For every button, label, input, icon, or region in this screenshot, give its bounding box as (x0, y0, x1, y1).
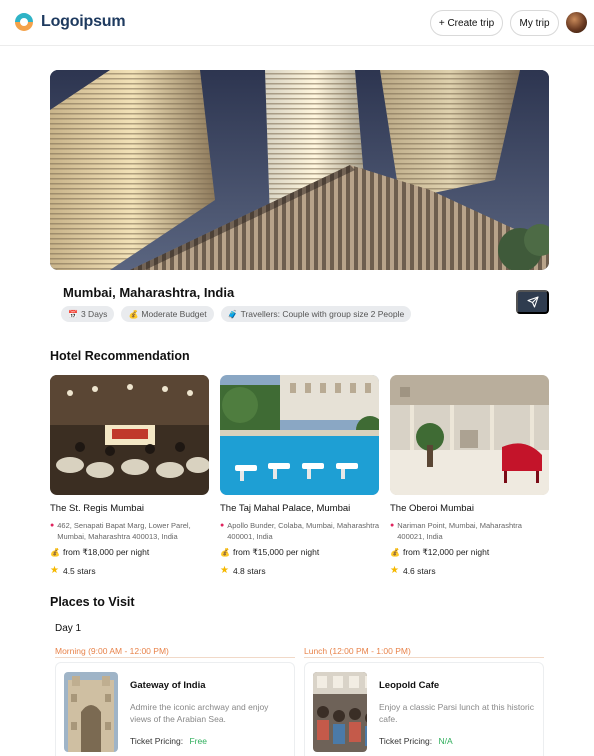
hotel-rating: ★ 4.5 stars (50, 565, 209, 576)
ticket-pricing-value: Free (189, 736, 207, 746)
star-icon: ★ (220, 565, 229, 576)
hotel-card[interactable]: The Taj Mahal Palace, Mumbai ● Apollo Bu… (220, 375, 379, 576)
place-description: Enjoy a classic Parsi lunch at this hist… (379, 702, 534, 724)
trip-info-chips: 📅 3 Days 💰 Moderate Budget 🧳 Travellers:… (61, 306, 412, 322)
destination-title: Mumbai, Maharashtra, India (63, 285, 235, 300)
hotel-rating-text: 4.6 stars (402, 565, 436, 576)
place-name: Leopold Cafe (379, 680, 440, 691)
top-navbar: Logoipsum + Create trip My trip (0, 0, 594, 46)
ticket-pricing-value: N/A (438, 736, 453, 746)
share-button[interactable] (516, 290, 549, 314)
hotel-address: ● Nariman Point, Mumbai, Maharashtra 400… (390, 520, 549, 542)
hotel-rating: ★ 4.6 stars (390, 565, 549, 576)
budget-chip: 💰 Moderate Budget (121, 306, 214, 322)
hotel-address-text: 462, Senapati Bapat Marg, Lower Parel, M… (57, 521, 191, 541)
star-icon: ★ (390, 565, 399, 576)
ticket-pricing-label: Ticket Pricing: (130, 736, 184, 746)
money-bag-icon: 💰 (50, 548, 60, 557)
hotel-name: The Oberoi Mumbai (390, 503, 474, 514)
time-slot-label: Morning (9:00 AM - 12:00 PM) (55, 646, 169, 656)
day-label: Day 1 (55, 623, 82, 634)
days-chip: 📅 3 Days (61, 306, 115, 322)
hotel-rating-text: 4.8 stars (232, 565, 266, 576)
hotel-price: 💰 from ₹12,000 per night (390, 547, 549, 558)
place-card[interactable]: Leopold Cafe Enjoy a classic Parsi lunch… (304, 662, 544, 756)
location-pin-icon: ● (220, 522, 225, 529)
travellers-icon: 🧳 (227, 309, 238, 319)
ticket-pricing-label: Ticket Pricing: (379, 736, 433, 746)
location-pin-icon: ● (390, 522, 395, 529)
place-image (313, 672, 367, 752)
hotel-section-title: Hotel Recommendation (50, 349, 190, 363)
hotel-price-text: from ₹15,000 per night (232, 547, 320, 557)
logo-text: Logoipsum (41, 13, 126, 30)
hotel-name: The Taj Mahal Palace, Mumbai (220, 503, 351, 514)
hotel-price-text: from ₹18,000 per night (62, 547, 150, 557)
hotel-image (220, 375, 379, 495)
money-bag-icon: 💰 (128, 309, 139, 319)
hotel-price-text: from ₹12,000 per night (402, 547, 490, 557)
travellers-chip: 🧳 Travellers: Couple with group size 2 P… (220, 306, 412, 322)
hotel-price: 💰 from ₹15,000 per night (220, 547, 379, 558)
logo-icon (15, 13, 33, 31)
logo[interactable]: Logoipsum (12, 10, 126, 34)
avatar[interactable] (566, 12, 587, 33)
budget-chip-label: Moderate Budget (141, 309, 207, 319)
hotel-address-text: Nariman Point, Mumbai, Maharashtra 40002… (397, 521, 522, 541)
places-section-title: Places to Visit (50, 595, 135, 609)
hotel-price: 💰 from ₹18,000 per night (50, 547, 209, 558)
days-chip-label: 3 Days (80, 309, 108, 319)
hotel-rating: ★ 4.8 stars (220, 565, 379, 576)
hotel-image (390, 375, 549, 495)
hotel-address: ● Apollo Bunder, Colaba, Mumbai, Maharas… (220, 520, 379, 542)
time-slot-label: Lunch (12:00 PM - 1:00 PM) (304, 646, 411, 656)
my-trip-button[interactable]: My trip (510, 10, 559, 36)
time-slot-divider (55, 657, 295, 658)
time-slot-divider (304, 657, 544, 658)
hotel-address: ● 462, Senapati Bapat Marg, Lower Parel,… (50, 520, 209, 542)
ticket-pricing: Ticket Pricing: N/A (379, 736, 453, 746)
place-description: Admire the iconic archway and enjoy view… (130, 702, 269, 724)
money-bag-icon: 💰 (390, 548, 400, 557)
travellers-chip-label: Travellers: Couple with group size 2 Peo… (240, 309, 405, 319)
send-icon (526, 296, 539, 308)
hotel-address-text: Apollo Bunder, Colaba, Mumbai, Maharasht… (227, 521, 379, 541)
hotel-card[interactable]: The St. Regis Mumbai ● 462, Senapati Bap… (50, 375, 209, 576)
create-trip-button[interactable]: + Create trip (430, 10, 503, 36)
ticket-pricing: Ticket Pricing: Free (130, 736, 207, 746)
destination-hero-image (50, 70, 549, 270)
hotel-name: The St. Regis Mumbai (50, 503, 144, 514)
hotel-rating-text: 4.5 stars (62, 565, 96, 576)
hotel-image (50, 375, 209, 495)
money-bag-icon: 💰 (220, 548, 230, 557)
place-name: Gateway of India (130, 680, 206, 691)
place-image (64, 672, 118, 752)
star-icon: ★ (50, 565, 59, 576)
place-card[interactable]: Gateway of India Admire the iconic archw… (55, 662, 295, 756)
hotel-card[interactable]: The Oberoi Mumbai ● Nariman Point, Mumba… (390, 375, 549, 576)
location-pin-icon: ● (50, 522, 55, 529)
calendar-icon: 📅 (68, 309, 78, 319)
